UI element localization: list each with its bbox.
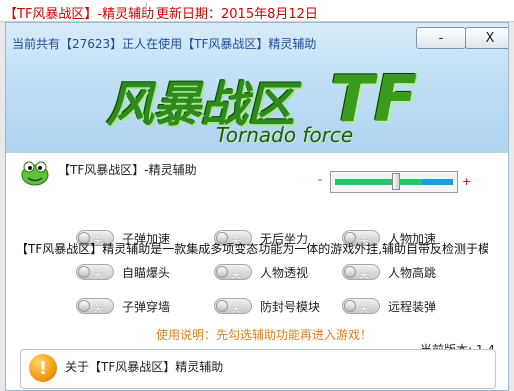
toggle-state-label: 关 xyxy=(93,304,103,315)
slider-minus-label: - xyxy=(318,173,322,186)
about-description: 【TF风暴战区】精灵辅助是一款集成多项变态功能为一体的游戏外挂,辅助自带反检测于… xyxy=(16,242,488,256)
usage-instructions: 使用说明：先勾选辅助功能再进入游戏！ xyxy=(156,328,373,342)
app-header: 当前共有【27623】正人在使用【TF风暴战区】精灵辅助 - X 风暴战区 TF… xyxy=(6,23,508,153)
app-window: 当前共有【27623】正人在使用【TF风暴战区】精灵辅助 - X 风暴战区 TF… xyxy=(5,22,509,391)
logo-subtitle: Tornado force xyxy=(216,123,354,147)
host-separator xyxy=(146,2,147,19)
online-users-info: 当前共有【27623】正人在使用【TF风暴战区】精灵辅助 xyxy=(12,37,317,51)
toggle-knob xyxy=(344,300,356,312)
opacity-slider[interactable]: - + xyxy=(318,169,474,197)
slider-track-fill xyxy=(422,179,453,185)
option-toggle[interactable]: 关 xyxy=(342,298,380,315)
toggle-knob xyxy=(78,300,90,312)
toggle-state-label: 关 xyxy=(231,304,241,315)
option-toggle[interactable]: 关 xyxy=(214,298,252,315)
option-toggle[interactable]: 关 xyxy=(76,298,114,315)
about-title: 关于【TF风暴战区】精灵辅助 xyxy=(65,360,224,374)
slider-frame[interactable] xyxy=(330,171,458,193)
settings-panel: 【TF风暴战区】-精灵辅助 - + 关子弹加速关无后坐力关人物加速关自瞄爆头关人… xyxy=(6,153,508,390)
panel-title: 【TF风暴战区】-精灵辅助 xyxy=(58,163,197,177)
minimize-button[interactable]: - xyxy=(416,27,466,49)
frog-mascot-icon xyxy=(21,161,49,186)
option-8[interactable]: 关 防封号模块 xyxy=(214,297,320,315)
option-label: 防封号模块 xyxy=(260,299,321,314)
host-page-title: 【TF风暴战区】-精灵辅助 xyxy=(4,7,155,22)
option-7[interactable]: 关 子弹穿墙 xyxy=(76,297,170,315)
toggle-knob xyxy=(216,300,228,312)
exclamation-icon: ! xyxy=(29,354,57,382)
host-title-bar: 【TF风暴战区】-精灵辅助 更新日期：2015年8月12日 xyxy=(0,0,514,22)
option-9[interactable]: 关 远程装弹 xyxy=(342,297,436,315)
about-box: ! 关于【TF风暴战区】精灵辅助 xyxy=(20,349,496,389)
host-update-date: 更新日期：2015年8月12日 xyxy=(156,7,318,22)
option-label: 远程装弹 xyxy=(388,299,437,314)
slider-plus-label: + xyxy=(462,175,472,188)
slider-thumb[interactable] xyxy=(392,173,400,190)
app-logo: 风暴战区 TF Tornado force xyxy=(66,61,456,151)
close-button[interactable]: X xyxy=(465,27,508,49)
option-label: 子弹穿墙 xyxy=(122,299,171,314)
toggle-state-label: 关 xyxy=(359,304,369,315)
